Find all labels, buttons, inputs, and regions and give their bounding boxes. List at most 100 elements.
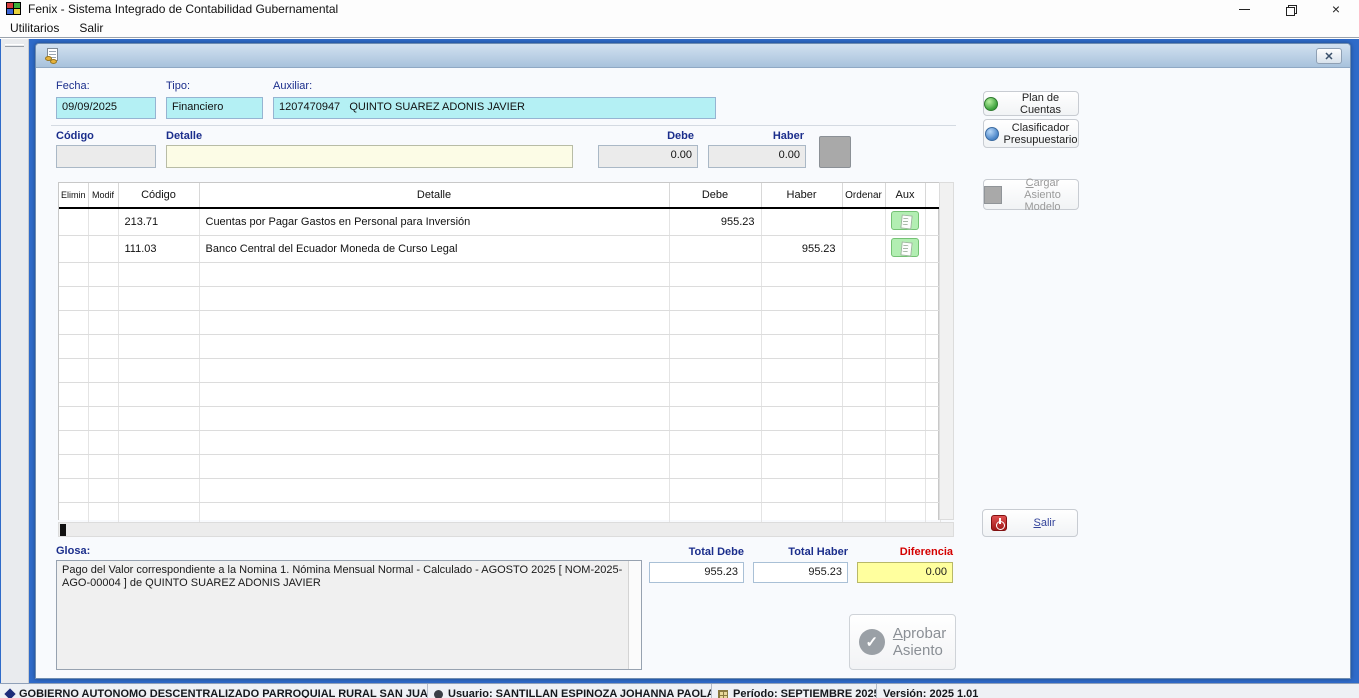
aprobar-accel: A <box>893 625 903 642</box>
table-row[interactable]: 111.03 Banco Central del Ecuador Moneda … <box>59 236 940 263</box>
status-version: Versión: 2025 1.01 <box>877 684 1027 698</box>
table-row-empty[interactable] <box>59 383 940 407</box>
blue-sphere-icon <box>985 127 999 141</box>
status-periodo: Período: SEPTIEMBRE 2025 <box>712 684 877 698</box>
entity-text: GOBIERNO AUTONOMO DESCENTRALIZADO PARROQ… <box>19 688 428 698</box>
tipo-input[interactable]: Financiero <box>166 97 263 119</box>
periodo-text: Período: SEPTIEMBRE 2025 <box>733 688 877 698</box>
haber-input[interactable]: 0.00 <box>708 145 806 168</box>
asiento-label: Asiento <box>893 642 943 659</box>
restore-icon <box>1286 5 1295 14</box>
minimize-button[interactable] <box>1221 0 1267 18</box>
child-close-button[interactable]: ✕ <box>1316 48 1342 64</box>
col-modif[interactable]: Modif <box>88 183 118 208</box>
detalle-label: Detalle <box>166 130 202 142</box>
aprobar-label: probar <box>903 625 946 642</box>
table-row-empty[interactable] <box>59 431 940 455</box>
minimize-icon <box>1239 9 1250 10</box>
tipo-label: Tipo: <box>166 80 190 92</box>
table-row-empty[interactable] <box>59 479 940 503</box>
cargar-accel: C <box>1026 177 1034 189</box>
glosa-scrollbar[interactable] <box>628 561 641 669</box>
clasificador-presupuestario-button[interactable]: ClasificadorPresupuestario <box>983 119 1079 148</box>
glosa-label: Glosa: <box>56 545 90 557</box>
table-row-empty[interactable] <box>59 455 940 479</box>
restore-button[interactable] <box>1267 0 1313 18</box>
scrollbar-thumb[interactable] <box>60 524 66 536</box>
menu-bar: Utilitarios Salir <box>0 18 1359 38</box>
status-entity: GOBIERNO AUTONOMO DESCENTRALIZADO PARROQ… <box>0 684 428 698</box>
dock-grip-handle[interactable] <box>5 44 24 47</box>
total-debe-label: Total Debe <box>649 546 744 558</box>
total-haber-field: 955.23 <box>753 562 848 583</box>
asiento-window-titlebar: ✕ <box>36 44 1350 68</box>
auxiliar-label: Auxiliar: <box>273 80 312 92</box>
debe-input[interactable]: 0.00 <box>598 145 698 168</box>
cargar-asiento-modelo-button[interactable]: Cargar AsientoModelo <box>983 179 1079 210</box>
table-row-empty[interactable] <box>59 263 940 287</box>
separator-line <box>51 125 956 126</box>
child-close-icon: ✕ <box>1324 50 1333 63</box>
aprobar-asiento-button[interactable]: ✓ AprobarAsiento <box>849 614 956 670</box>
col-detalle[interactable]: Detalle <box>199 183 669 208</box>
version-text: Versión: 2025 1.01 <box>883 688 978 698</box>
diferencia-label: Diferencia <box>857 546 953 558</box>
grid-header-row: Elimin Modif Código Detalle Debe Haber O… <box>59 183 940 208</box>
table-row-empty[interactable] <box>59 311 940 335</box>
check-icon: ✓ <box>859 629 885 655</box>
entry-table-body: 213.71 Cuentas por Pagar Gastos en Perso… <box>59 208 940 527</box>
app-window: Fenix - Sistema Integrado de Contabilida… <box>0 0 1359 698</box>
col-elimin[interactable]: Elimin <box>59 183 88 208</box>
detalle-input[interactable] <box>166 145 573 168</box>
plan-de-cuentas-button[interactable]: Plan de Cuentas <box>983 91 1079 116</box>
search-account-button[interactable] <box>819 136 851 168</box>
fecha-input[interactable]: 09/09/2025 <box>56 97 156 119</box>
diferencia-field: 0.00 <box>857 562 953 583</box>
menu-salir[interactable]: Salir <box>69 18 113 38</box>
col-filler <box>925 183 940 208</box>
salir-button[interactable]: Salir <box>982 509 1078 537</box>
col-ordenar[interactable]: Ordenar <box>842 183 885 208</box>
table-row-empty[interactable] <box>59 359 940 383</box>
salir-label: alir <box>1041 517 1056 529</box>
cargar-label-line2: Modelo <box>1024 201 1060 213</box>
debe-label: Debe <box>598 130 694 142</box>
left-dock-panel <box>1 39 29 683</box>
document-coins-icon <box>45 48 61 64</box>
user-icon <box>434 690 443 698</box>
entity-icon <box>4 688 15 698</box>
auxiliar-input[interactable]: 1207470947 QUINTO SUAREZ ADONIS JAVIER <box>273 97 716 119</box>
aux-detail-button[interactable] <box>891 238 919 257</box>
col-debe[interactable]: Debe <box>669 183 761 208</box>
app-logo-icon <box>6 2 21 15</box>
table-row-empty[interactable] <box>59 335 940 359</box>
status-usuario: Usuario: SANTILLAN ESPINOZA JOHANNA PAOL… <box>428 684 712 698</box>
close-button[interactable]: × <box>1313 0 1359 18</box>
codigo-label: Código <box>56 130 94 142</box>
power-icon <box>991 515 1007 531</box>
col-codigo[interactable]: Código <box>118 183 199 208</box>
clasificador-label-line2: Presupuestario <box>1004 134 1078 146</box>
status-bar: GOBIERNO AUTONOMO DESCENTRALIZADO PARROQ… <box>0 683 1359 698</box>
usuario-text: Usuario: SANTILLAN ESPINOZA JOHANNA PAOL… <box>448 688 712 698</box>
title-bar: Fenix - Sistema Integrado de Contabilida… <box>0 0 1359 18</box>
table-row-empty[interactable] <box>59 287 940 311</box>
glosa-text: Pago del Valor correspondiente a la Nomi… <box>62 564 622 589</box>
aux-detail-button[interactable] <box>891 211 919 230</box>
table-row[interactable]: 213.71 Cuentas por Pagar Gastos en Perso… <box>59 208 940 236</box>
mdi-area: ✕ Fecha: 09/09/2025 Tipo: Financiero Aux… <box>0 39 1359 683</box>
total-debe-field: 955.23 <box>649 562 744 583</box>
clasificador-label-line1: Clasificador <box>1012 122 1069 134</box>
close-icon: × <box>1332 2 1340 16</box>
glosa-textarea[interactable]: Pago del Valor correspondiente a la Nomi… <box>56 560 642 670</box>
total-haber-label: Total Haber <box>753 546 848 558</box>
codigo-input[interactable] <box>56 145 156 168</box>
grid-horizontal-scrollbar[interactable] <box>58 522 954 537</box>
col-aux[interactable]: Aux <box>885 183 925 208</box>
window-title: Fenix - Sistema Integrado de Contabilida… <box>28 2 338 16</box>
grid-vertical-scrollbar[interactable] <box>939 182 954 520</box>
table-row-empty[interactable] <box>59 407 940 431</box>
asiento-form: Fecha: 09/09/2025 Tipo: Financiero Auxil… <box>36 68 1350 678</box>
menu-utilitarios[interactable]: Utilitarios <box>0 18 69 38</box>
col-haber[interactable]: Haber <box>761 183 842 208</box>
